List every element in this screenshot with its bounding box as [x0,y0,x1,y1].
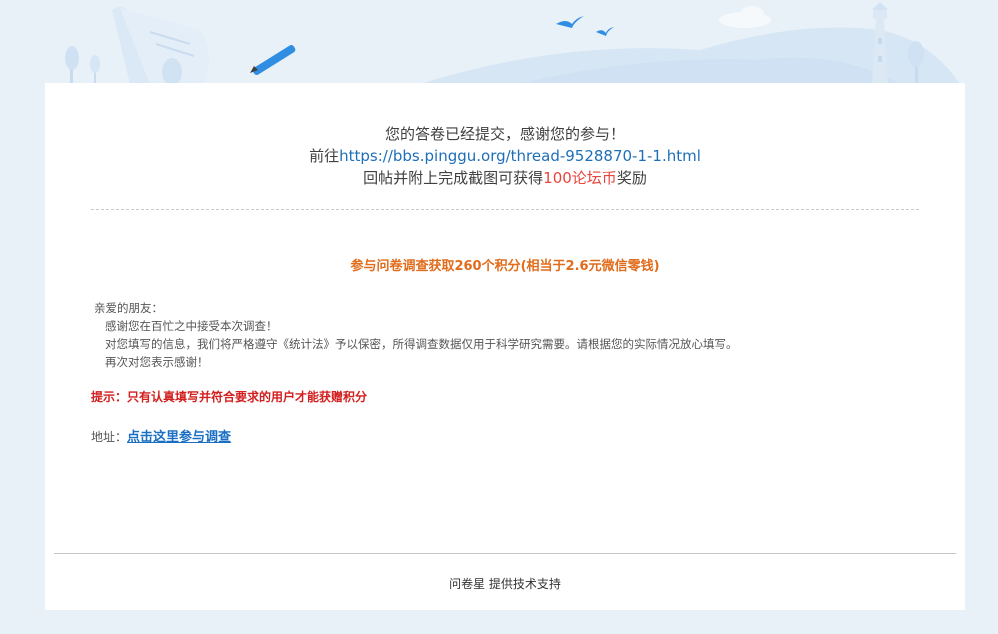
pen-icon [250,45,296,75]
thanks-again-line: 再次对您表示感谢！ [105,355,209,369]
footer: 问卷星 提供技术支持 [45,575,965,592]
footer-text: 提供技术支持 [488,577,561,591]
reward-note-suffix: 奖励 [616,169,647,187]
survey-link[interactable]: 点击这里参与调查 [127,430,231,445]
header-illustration [65,2,960,84]
birds-icon [556,16,614,36]
reward-title: 参与问卷调查获取260个积分(相当于2.6元微信零钱) [350,259,660,274]
result-card: 您的答卷已经提交，感谢您的参与！ 前往https://bbs.pinggu.or… [45,83,965,610]
confirmation-text: 您的答卷已经提交，感谢您的参与！ [384,125,625,143]
tip-text: 提示：只有认真填写并符合要求的用户才能获赠积分 [91,390,368,404]
forum-link-prefix: 前往 [309,147,340,165]
reward-amount: 100论坛币 [543,169,617,187]
privacy-line: 对您填写的信息，我们将严格遵守《统计法》予以保密，所得调查数据仅用于科学研究需要… [105,337,738,351]
cloud-icon [719,6,771,28]
address-row: 地址：点击这里参与调查 [91,426,231,445]
reward-note-prefix: 回帖并附上完成截图可获得 [363,169,544,187]
thanks-line: 感谢您在百忙之中接受本次调查！ [105,319,278,333]
tree-icon [65,46,100,84]
scroll-icon [112,7,209,84]
footer-divider [54,553,956,554]
forum-thread-link[interactable]: https://bbs.pinggu.org/thread-9528870-1-… [339,147,701,165]
submit-confirmation: 您的答卷已经提交，感谢您的参与！ [45,123,965,145]
footer-brand-link[interactable]: 问卷星 [449,577,485,591]
address-label: 地址： [91,430,128,444]
dashed-divider [91,209,919,210]
reward-note-row: 回帖并附上完成截图可获得100论坛币奖励 [45,167,965,189]
greeting: 亲爱的朋友： [94,301,163,315]
forum-link-row: 前往https://bbs.pinggu.org/thread-9528870-… [45,145,965,167]
